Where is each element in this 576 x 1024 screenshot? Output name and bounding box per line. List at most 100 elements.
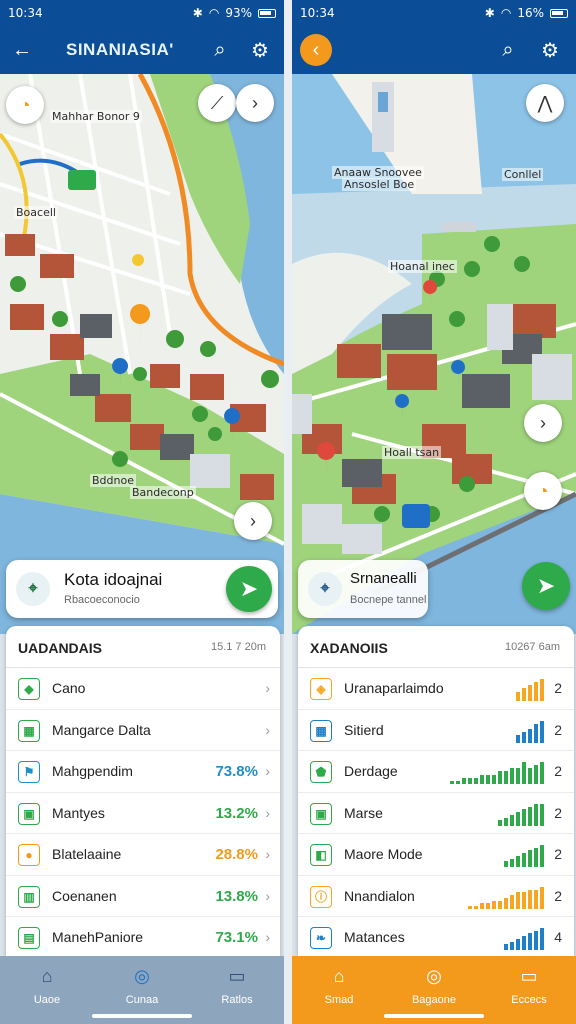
back-arrow-icon[interactable]: ‹ [300, 34, 332, 66]
mini-bar [528, 806, 532, 826]
mini-bar [510, 859, 514, 867]
details-panel: XADANOIIS 10267 6am ◈ Uranaparlaimdo 2 ▦ Sit… [298, 626, 574, 956]
nav-label: Eccecs [511, 994, 547, 1006]
battery-icon [258, 8, 276, 18]
screen-divider [284, 0, 292, 1024]
gear-icon[interactable]: ⚙ [534, 34, 566, 66]
mini-bar [540, 928, 544, 950]
list-item-value: 28.8% [215, 846, 258, 863]
list-item[interactable]: ● Blatelaaine 28.8% › [6, 834, 280, 876]
mini-bar [534, 931, 538, 950]
list-item[interactable]: ▤ ManehPaniore 73.1% › [6, 917, 280, 956]
table-icon: ▦ [310, 719, 332, 742]
signal-icon: ✱ [192, 6, 203, 20]
list-item[interactable]: ▣ Marse 2 [298, 793, 574, 834]
list-item-label: Blatelaaine [52, 846, 122, 862]
list-item-count: 2 [554, 887, 562, 904]
home-indicator [384, 1014, 484, 1018]
chevron-right-icon[interactable]: › [524, 404, 562, 442]
mini-bar [540, 720, 544, 743]
list-item-label: Marse [344, 804, 383, 821]
mini-bar [498, 819, 502, 826]
mini-bar [510, 814, 514, 826]
list-item-label: Mangarce Dalta [52, 721, 151, 738]
list-item-count: 2 [554, 846, 562, 862]
map-view[interactable]: Mahhar Bonor 9 Boacell Bddnoe Bandeconp … [0, 74, 284, 634]
list-item-count: 4 [554, 929, 562, 945]
chevron-right-icon[interactable]: › [236, 84, 274, 122]
list-item[interactable]: ◧ Maore Mode 2 [298, 834, 574, 876]
bottom-nav: ⌂ Smad ◎ Bagaone ▭ Eccecs [292, 956, 576, 1024]
nav-label: Smad [324, 994, 354, 1006]
mini-bar-chart [504, 843, 544, 867]
list-item[interactable]: ▦ Sitierd 2 [298, 710, 574, 751]
list-item[interactable]: ▥ Coenanen 13.8% › [6, 876, 280, 917]
list-item-label: Mahgpendim [52, 763, 133, 779]
map-label: Boacell [14, 206, 58, 219]
mini-bar-chart [468, 885, 544, 909]
app-bar: ‹ ⌕ ⚙ [292, 26, 576, 74]
mini-bar [516, 856, 520, 867]
navigate-button[interactable]: ➤ [226, 566, 272, 612]
locate-icon[interactable]: ◔ [6, 86, 44, 124]
place-card[interactable]: ⌖ Srnanealli Bocnepe tannel [298, 560, 428, 618]
mini-bar [540, 762, 544, 784]
mini-bar [516, 768, 520, 784]
list-item[interactable]: ❧ Matances 4 [298, 917, 574, 956]
mini-bar [510, 768, 514, 784]
search-icon[interactable]: ⌕ [492, 34, 524, 66]
panel-meta[interactable]: 15.1 7 20m [211, 641, 266, 653]
bottom-nav: ⌂ Uaoe ◎ Cunaa ▭ Ratlos [0, 956, 284, 1024]
list-item[interactable]: ⓘ Nnandialon 2 [298, 876, 574, 917]
back-arrow-icon[interactable]: ← [6, 34, 38, 66]
panel-list: ◆ Cano › ▦ Mangarce Dalta › ⚑ Mahgpendim 73.8% › ▣… [6, 668, 280, 956]
battery-percent: 93% [225, 6, 252, 20]
battery-icon [550, 8, 568, 18]
layers-icon[interactable]: ⟋ [198, 84, 236, 122]
chevron-right-icon: › [265, 804, 270, 821]
map-canvas [292, 74, 576, 634]
status-time: 10:34 [8, 6, 43, 20]
mini-bar [528, 685, 532, 701]
chevron-right-icon: › [265, 763, 270, 779]
chevron-right-icon: › [265, 887, 270, 904]
panel-meta[interactable]: 10267 6am [505, 641, 560, 653]
gear-icon[interactable]: ⚙ [244, 34, 276, 66]
chevron-right-icon[interactable]: › [234, 502, 272, 540]
chevron-right-icon: › [265, 846, 270, 862]
navigate-button[interactable]: ➤ [522, 562, 570, 610]
nav-label: Bagaone [411, 994, 457, 1006]
nav-item-saved[interactable]: ▭ Ratlos [190, 956, 284, 1024]
map-label: Bandeconp [130, 486, 196, 499]
locate-icon[interactable]: ◔ [524, 472, 562, 510]
list-item[interactable]: ⬟ Derdage 2 [298, 751, 574, 793]
list-item[interactable]: ⚑ Mahgpendim 73.8% › [6, 751, 280, 793]
list-item[interactable]: ◈ Uranaparlaimdo 2 [298, 668, 574, 710]
layers-icon[interactable]: ⋀ [526, 84, 564, 122]
list-item-count: 2 [554, 680, 562, 696]
list-item[interactable]: ▣ Mantyes 13.2% › [6, 793, 280, 834]
home-icon: ⌂ [333, 966, 345, 986]
list-item[interactable]: ◆ Cano › [6, 668, 280, 710]
place-card[interactable]: ⌖ Kota idoajnai Rbacoeconocio ➤ [6, 560, 278, 618]
right-screen: 10:34 ✱ ◠ 16% ‹ ⌕ ⚙ Anaaw Snoovee Ansosl… [292, 0, 576, 1024]
status-bar: 10:34 ✱ ◠ 16% [292, 0, 576, 26]
home-indicator [92, 1014, 192, 1018]
mini-bar [504, 861, 508, 867]
list-item-label: Mantyes [52, 804, 105, 821]
list-item-count: 2 [554, 804, 562, 821]
mini-bar [522, 688, 526, 701]
nav-item-home[interactable]: ⌂ Smad [292, 956, 386, 1024]
panel-title: UADANDAIS [18, 640, 102, 656]
map-view[interactable]: Anaaw Snoovee Ansoslel Boe Conllel Hoana… [292, 74, 576, 634]
nav-item-saved[interactable]: ▭ Eccecs [482, 956, 576, 1024]
search-icon[interactable]: ⌕ [204, 34, 236, 66]
nav-item-home[interactable]: ⌂ Uaoe [0, 956, 94, 1024]
mini-bar [516, 734, 520, 743]
mini-bar [528, 850, 532, 867]
list-item[interactable]: ▦ Mangarce Dalta › [6, 710, 280, 751]
place-subtitle: Rbacoeconocio [64, 594, 140, 606]
place-subtitle: Bocnepe tannel [350, 594, 427, 606]
panel-header: XADANOIIS 10267 6am [298, 626, 574, 668]
details-panel: UADANDAIS 15.1 7 20m ◆ Cano › ▦ Mangarce Dal… [6, 626, 280, 956]
